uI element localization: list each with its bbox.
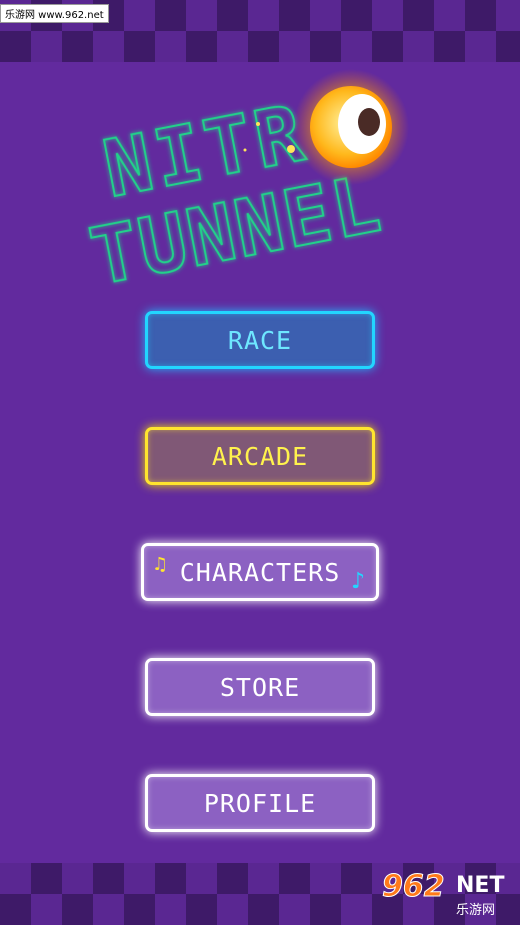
watermark-cn: 乐游网 [456, 903, 496, 918]
arcade-button[interactable]: ARCADE [145, 427, 375, 485]
race-button[interactable]: RACE [145, 311, 375, 369]
race-button-label: RACE [227, 325, 293, 355]
music-note-icon: ♫ [152, 554, 170, 575]
profile-button-label: PROFILE [203, 788, 317, 818]
game-logo: NITR TUNNEL [70, 69, 450, 305]
arcade-button-label: ARCADE [211, 441, 309, 471]
profile-button[interactable]: PROFILE [145, 774, 375, 832]
site-watermark-top: 乐游网 www.962.net [0, 4, 109, 23]
game-logo-art: NITR TUNNEL [82, 69, 409, 305]
site-watermark-bottom: 962 NET 乐游网 [380, 869, 514, 921]
music-note-icon: ♪ [350, 569, 366, 594]
characters-button[interactable]: ♫ CHARACTERS ♪ [141, 543, 379, 601]
watermark-number: 962 [382, 869, 446, 905]
characters-button-label: CHARACTERS [179, 557, 341, 587]
store-button-label: STORE [219, 672, 301, 702]
watermark-net: NET [456, 873, 505, 898]
store-button[interactable]: STORE [145, 658, 375, 716]
